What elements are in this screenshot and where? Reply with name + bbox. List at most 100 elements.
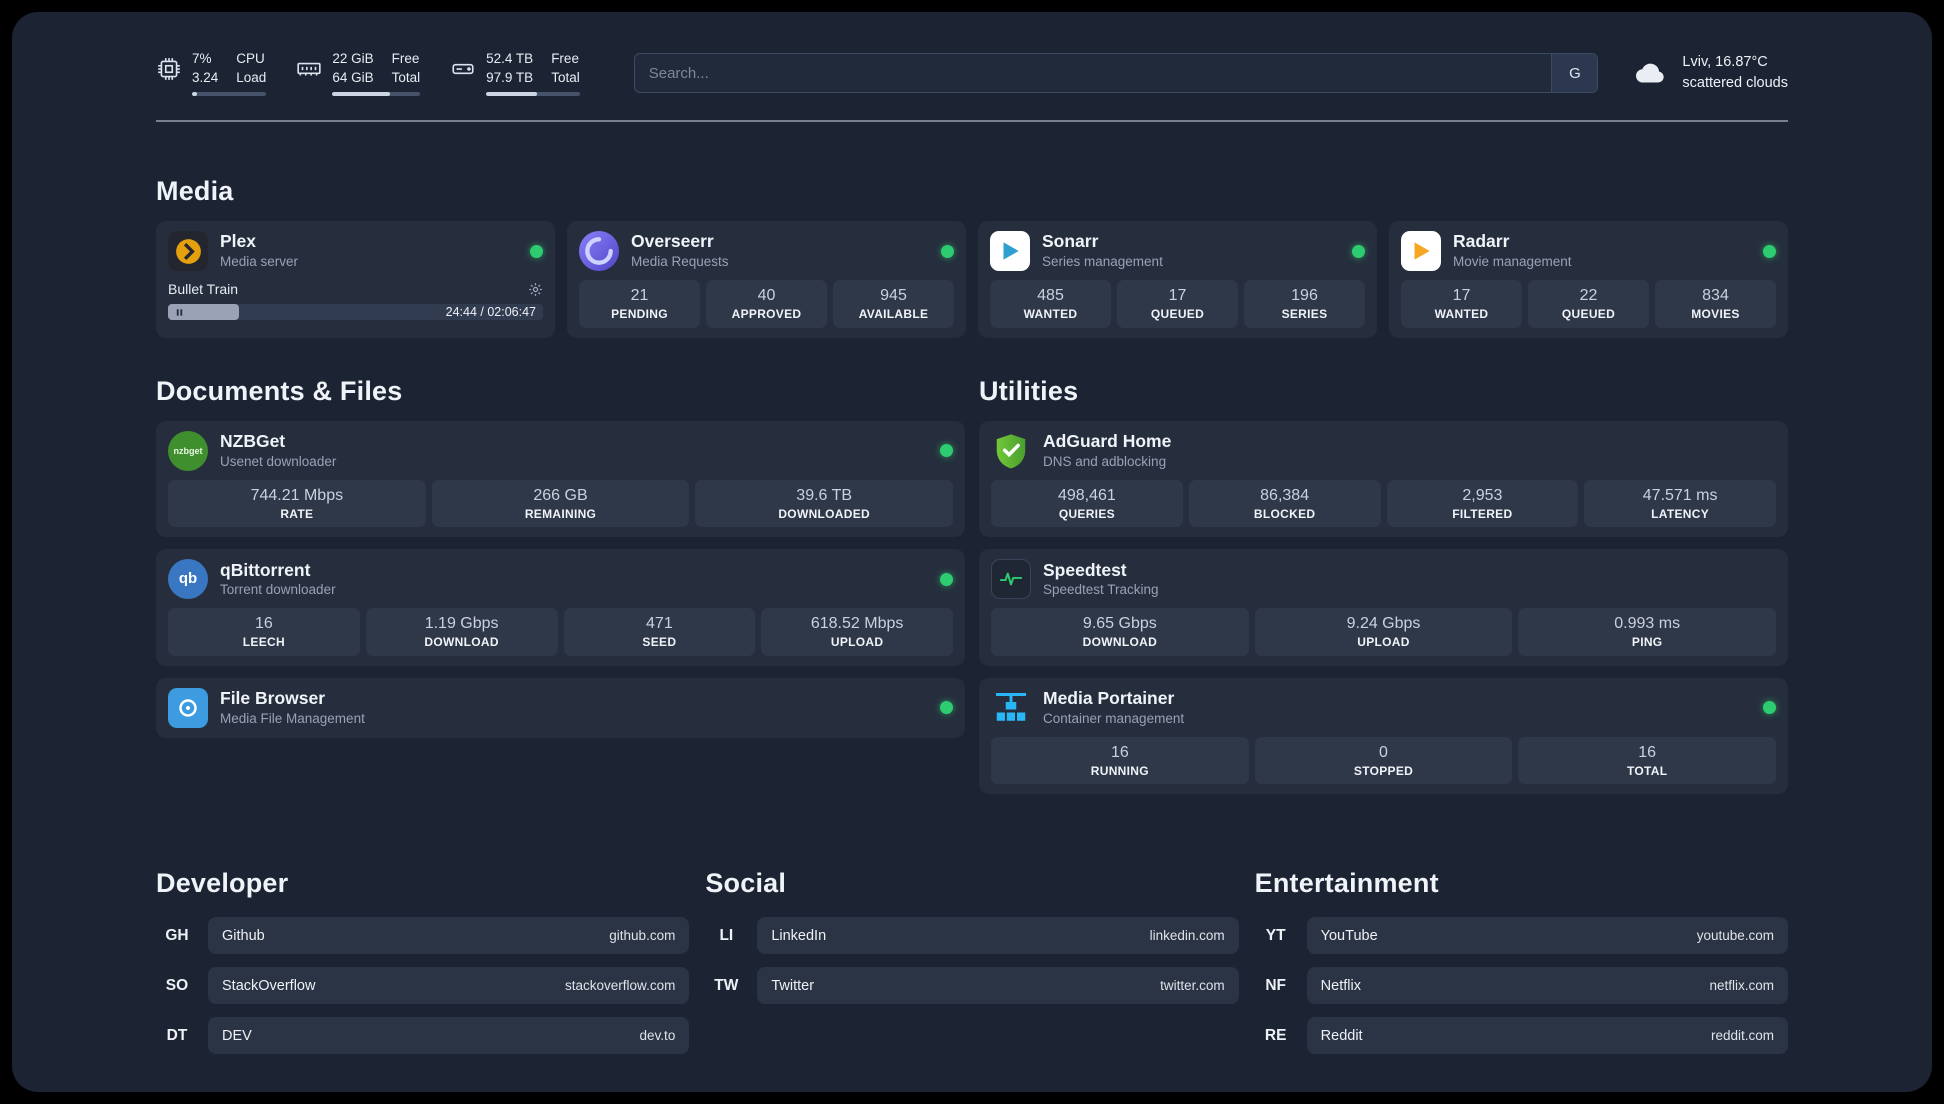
sonarr-stat-wanted: 485 WANTED: [990, 280, 1111, 328]
search-bar: G: [633, 53, 1599, 94]
disk-free-value: 52.4 TB: [486, 51, 534, 66]
app-desc: Container management: [1043, 711, 1185, 727]
portainer-icon: [991, 688, 1031, 728]
overseerr-card[interactable]: Overseerr Media Requests 21 PENDING 40 A…: [567, 221, 966, 338]
overseerr-stat-available: 945 AVAILABLE: [833, 280, 954, 328]
dev-abbr: DT: [166, 1026, 188, 1044]
plex-card[interactable]: Plex Media server Bullet Train 24:44 / 0…: [156, 221, 555, 338]
social-section-title: Social: [705, 868, 787, 899]
utilities-column: Utilities AdGuard Home DNS and adblockin…: [979, 338, 1788, 795]
qbittorrent-stat-leech: 16 LEECH: [168, 608, 360, 656]
bookmarks-developer: Developer GH Github github.com SO StackO…: [156, 868, 690, 1067]
bookmark-twitter[interactable]: TW Twitter twitter.com: [705, 967, 1239, 1005]
bookmark-url: stackoverflow.com: [565, 978, 676, 994]
ram-label-bottom: Total: [391, 69, 421, 85]
portainer-stat-total: 16 TOTAL: [1518, 736, 1777, 785]
radarr-card[interactable]: Radarr Movie management 17 WANTED 22 QUE…: [1389, 221, 1788, 338]
app-desc: Movie management: [1453, 254, 1572, 270]
cpu-load-value: 3.24: [192, 69, 219, 85]
bookmark-youtube[interactable]: YT YouTube youtube.com: [1255, 917, 1788, 955]
filebrowser-card[interactable]: File Browser Media File Management: [156, 677, 965, 738]
dashboard-panel: 7% 3.24 CPU Load 22 GiB 64 GiB Free Tota…: [12, 12, 1932, 1092]
reddit-abbr: RE: [1264, 1026, 1287, 1044]
app-name: Media Portainer: [1043, 688, 1175, 709]
nzbget-card[interactable]: nzbget NZBGet Usenet downloader 744.21 M…: [156, 420, 965, 538]
ram-progress-bar: [332, 92, 421, 97]
disk-widget: 52.4 TB 97.9 TB Free Total: [450, 50, 580, 97]
youtube-abbr: YT: [1265, 926, 1286, 944]
bookmark-github[interactable]: GH Github github.com: [156, 917, 690, 955]
bookmark-url: linkedin.com: [1149, 928, 1225, 944]
bookmark-reddit[interactable]: RE Reddit reddit.com: [1255, 1017, 1788, 1055]
search-input[interactable]: [634, 54, 1552, 93]
nzbget-stat-rate: 744.21 Mbps RATE: [168, 479, 426, 528]
topbar-divider: [156, 120, 1788, 123]
settings-gear-icon[interactable]: [528, 282, 543, 297]
status-dot: [1763, 244, 1776, 258]
app-name: File Browser: [220, 688, 326, 709]
app-desc: Usenet downloader: [220, 453, 337, 469]
radarr-stat-movies: 834 MOVIES: [1655, 280, 1776, 328]
speedtest-stat-ping: 0.993 ms PING: [1518, 608, 1777, 656]
status-dot: [940, 444, 953, 458]
app-name: qBittorrent: [220, 559, 311, 580]
playback-time: 24:44 / 02:06:47: [445, 305, 536, 320]
linkedin-abbr: LI: [719, 926, 734, 944]
bookmark-stackoverflow[interactable]: SO StackOverflow stackoverflow.com: [156, 967, 690, 1005]
bookmark-linkedin[interactable]: LI LinkedIn linkedin.com: [705, 917, 1239, 955]
bookmark-dev[interactable]: DT DEV dev.to: [156, 1017, 690, 1055]
speedtest-card[interactable]: Speedtest Speedtest Tracking 9.65 Gbps D…: [979, 549, 1788, 666]
qbittorrent-card[interactable]: qb qBittorrent Torrent downloader 16 LEE…: [156, 549, 965, 666]
overseerr-stat-approved: 40 APPROVED: [706, 280, 827, 328]
qbittorrent-stat-seed: 471 SEED: [563, 608, 756, 656]
developer-section-title: Developer: [156, 868, 289, 899]
filebrowser-icon: [168, 687, 208, 728]
adguard-stat-latency: 47.571 ms LATENCY: [1584, 479, 1776, 528]
app-name: Overseerr: [631, 231, 714, 252]
bookmark-name: Twitter: [771, 977, 815, 994]
status-dot: [1763, 701, 1776, 715]
dashboard-content: 7% 3.24 CPU Load 22 GiB 64 GiB Free Tota…: [156, 12, 1788, 1067]
cpu-chip-icon: [156, 56, 182, 82]
app-name: NZBGet: [220, 430, 286, 451]
adguard-stat-filtered: 2,953 FILTERED: [1386, 479, 1579, 528]
app-name: Plex: [220, 231, 256, 252]
overseerr-stat-pending: 21 PENDING: [579, 280, 700, 328]
adguard-stat-blocked: 86,384 BLOCKED: [1188, 479, 1381, 528]
adguard-icon: [991, 431, 1031, 471]
pause-icon[interactable]: [175, 308, 184, 317]
entertainment-section-title: Entertainment: [1254, 868, 1439, 899]
bookmarks-social: Social LI LinkedIn linkedin.com TW Twitt…: [705, 868, 1239, 1017]
ram-total-value: 64 GiB: [332, 69, 374, 85]
app-desc: Torrent downloader: [220, 582, 336, 598]
adguard-stat-queries: 498,461 QUERIES: [991, 479, 1183, 528]
bookmarks-entertainment: Entertainment YT YouTube youtube.com NF …: [1255, 868, 1788, 1067]
speedtest-icon: [991, 559, 1031, 600]
radarr-stat-wanted: 17 WANTED: [1401, 280, 1522, 328]
portainer-card[interactable]: Media Portainer Container management 16 …: [979, 677, 1788, 795]
bookmarks-section: Developer GH Github github.com SO StackO…: [156, 868, 1788, 1067]
speedtest-stat-upload: 9.24 Gbps UPLOAD: [1254, 608, 1513, 656]
bookmark-netflix[interactable]: NF Netflix netflix.com: [1255, 967, 1788, 1005]
bookmark-url: twitter.com: [1160, 978, 1225, 994]
bookmark-name: Netflix: [1320, 977, 1361, 994]
netflix-abbr: NF: [1265, 976, 1286, 994]
plex-now-playing: Bullet Train 24:44 / 02:06:47: [168, 281, 543, 321]
disk-total-value: 97.9 TB: [486, 69, 534, 85]
sonarr-card[interactable]: Sonarr Series management 485 WANTED 17 Q…: [978, 221, 1377, 338]
bookmark-name: DEV: [222, 1027, 252, 1044]
adguard-card[interactable]: AdGuard Home DNS and adblocking 498,461 …: [979, 420, 1788, 538]
search-engine-button[interactable]: G: [1551, 54, 1598, 93]
bookmark-name: StackOverflow: [222, 977, 316, 994]
app-name: Radarr: [1453, 231, 1510, 252]
ram-label-top: Free: [391, 51, 420, 66]
qbittorrent-stat-download: 1.19 Gbps DOWNLOAD: [365, 608, 558, 656]
ram-icon: [296, 56, 322, 82]
nzbget-stat-remaining: 266 GB REMAINING: [431, 479, 690, 528]
status-dot: [1352, 244, 1365, 258]
app-desc: Media File Management: [220, 711, 365, 727]
utilities-section-title: Utilities: [979, 375, 1079, 406]
documents-column: Documents & Files nzbget NZBGet Usenet d…: [156, 338, 965, 738]
status-dot: [530, 244, 543, 258]
disk-progress-bar: [486, 92, 580, 97]
